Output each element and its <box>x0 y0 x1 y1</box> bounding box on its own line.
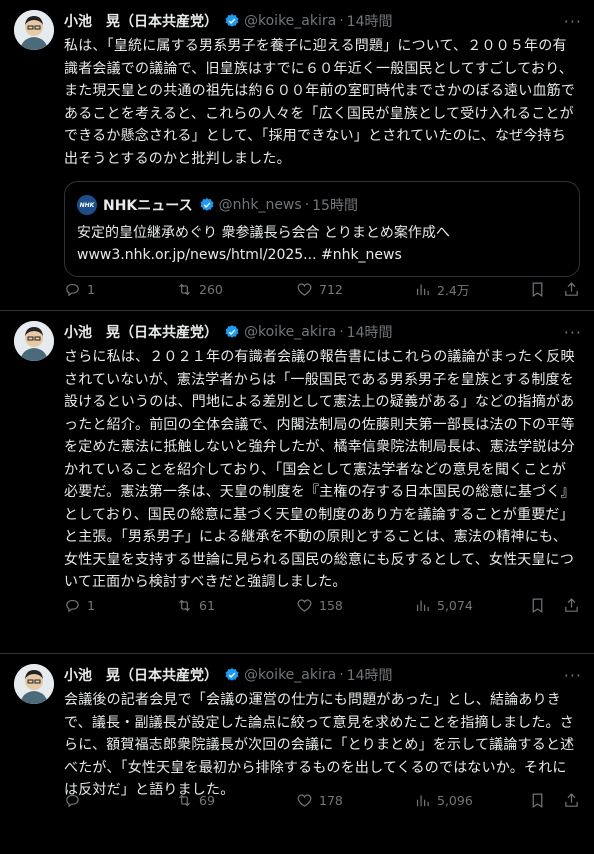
reply-count: 1 <box>87 282 95 297</box>
views-button[interactable]: 5,096 <box>414 792 524 809</box>
quoted-tweet-text: 安定的皇位継承めぐり 衆参議長ら会合 とりまとめ案作成へ www3.nhk.or… <box>77 225 450 263</box>
timestamp[interactable]: 14時間 <box>347 665 393 685</box>
bookmark-button[interactable] <box>529 597 546 614</box>
share-button[interactable] <box>563 792 580 809</box>
avatar[interactable] <box>14 321 54 361</box>
retweet-count: 260 <box>199 282 223 297</box>
like-button[interactable]: 712 <box>296 281 414 298</box>
like-icon <box>297 599 312 612</box>
more-icon[interactable]: ··· <box>564 323 582 342</box>
author-handle[interactable]: @koike_akira <box>244 667 336 683</box>
retweet-count: 69 <box>199 793 215 808</box>
verified-badge-icon <box>225 14 239 27</box>
view-count: 5,074 <box>437 598 473 613</box>
reply-icon <box>66 794 79 808</box>
separator-dot: · <box>339 324 344 340</box>
author-handle[interactable]: @koike_akira <box>244 13 336 29</box>
views-button[interactable]: 2.4万 <box>414 280 524 299</box>
author-name[interactable]: 小池 晃（日本共産党） <box>64 665 218 685</box>
avatar[interactable] <box>14 10 54 50</box>
reply-count: 1 <box>87 598 95 613</box>
avatar-portrait-icon <box>14 321 54 361</box>
views-icon <box>416 600 429 612</box>
retweet-count: 61 <box>199 598 215 613</box>
avatar[interactable] <box>14 664 54 704</box>
share-button[interactable] <box>563 281 580 298</box>
like-count: 158 <box>319 598 343 613</box>
timestamp[interactable]: 14時間 <box>347 11 393 31</box>
avatar-portrait-icon <box>14 664 54 704</box>
action-bar: 1 61 158 5,074 <box>64 597 580 614</box>
tweet[interactable]: 小池 晃（日本共産党） @koike_akira · 14時間 ··· 私は、「… <box>0 0 594 311</box>
action-bar: 1 260 712 2.4万 <box>64 280 580 299</box>
action-bar: 69 178 5,096 <box>64 792 580 809</box>
author-name[interactable]: 小池 晃（日本共産党） <box>64 322 218 342</box>
share-button[interactable] <box>563 597 580 614</box>
like-icon <box>297 794 312 807</box>
tweet-header: 小池 晃（日本共産党） @koike_akira · 14時間 <box>64 10 580 32</box>
quoted-timestamp[interactable]: 15時間 <box>312 195 358 215</box>
reply-button[interactable]: 1 <box>64 281 176 298</box>
tweet[interactable]: 小池 晃（日本共産党） @koike_akira · 14時間 ··· 会議後の… <box>0 654 594 854</box>
bookmark-icon <box>532 598 543 614</box>
retweet-button[interactable]: 260 <box>176 281 296 298</box>
like-count: 712 <box>319 282 343 297</box>
tweet-text: 私は、「皇統に属する男系男子を養子に迎える問題」について、２００５年の有識者会議… <box>64 38 576 167</box>
like-button[interactable]: 158 <box>296 597 414 614</box>
tweet-text: 会議後の記者会見で「会議の運営の仕方にも問題があった」とし、結論ありきで、議長・… <box>64 692 575 798</box>
author-name[interactable]: 小池 晃（日本共産党） <box>64 11 218 31</box>
tweet-header: 小池 晃（日本共産党） @koike_akira · 14時間 <box>64 664 580 686</box>
retweet-button[interactable]: 61 <box>176 597 296 614</box>
timestamp[interactable]: 14時間 <box>347 322 393 342</box>
quoted-tweet[interactable]: NHK NHKニュース @nhk_news · 15時間 安定的皇位継承めぐり … <box>64 181 580 277</box>
like-icon <box>297 283 312 296</box>
reply-button[interactable]: 1 <box>64 597 176 614</box>
verified-badge-icon <box>225 668 239 681</box>
verified-badge-icon <box>200 198 214 211</box>
bookmark-button[interactable] <box>529 792 546 809</box>
tweet-text: さらに私は、２０２１年の有識者会議の報告書にはこれらの議論がまったく反映されてい… <box>64 349 575 590</box>
views-button[interactable]: 5,074 <box>414 597 524 614</box>
view-count: 2.4万 <box>437 283 470 298</box>
author-handle[interactable]: @koike_akira <box>244 324 336 340</box>
retweet-button[interactable]: 69 <box>176 792 296 809</box>
separator-dot: · <box>304 197 310 213</box>
view-count: 5,096 <box>437 793 473 808</box>
like-button[interactable]: 178 <box>296 792 414 809</box>
reply-icon <box>66 283 79 297</box>
reply-icon <box>66 599 79 613</box>
retweet-icon <box>179 794 190 807</box>
more-icon[interactable]: ··· <box>564 12 582 31</box>
bookmark-icon <box>532 282 543 298</box>
tweet[interactable]: 小池 晃（日本共産党） @koike_akira · 14時間 ··· さらに私… <box>0 311 594 654</box>
retweet-icon <box>179 283 190 296</box>
verified-badge-icon <box>225 325 239 338</box>
more-icon[interactable]: ··· <box>564 666 582 685</box>
like-count: 178 <box>319 793 343 808</box>
quoted-tweet-header: NHK NHKニュース @nhk_news · 15時間 <box>77 194 567 216</box>
bookmark-icon <box>532 793 543 809</box>
share-icon <box>565 282 578 296</box>
retweet-icon <box>179 599 190 612</box>
separator-dot: · <box>339 13 344 29</box>
avatar-portrait-icon <box>14 10 54 50</box>
nhk-logo-icon: NHK <box>77 195 97 215</box>
views-icon <box>416 795 429 807</box>
reply-button[interactable] <box>64 792 176 809</box>
quoted-author-name[interactable]: NHKニュース <box>103 195 193 215</box>
bookmark-button[interactable] <box>529 281 546 298</box>
separator-dot: · <box>339 667 344 683</box>
views-icon <box>416 284 429 296</box>
tweet-header: 小池 晃（日本共産党） @koike_akira · 14時間 <box>64 321 580 343</box>
quoted-author-handle[interactable]: @nhk_news <box>219 197 302 213</box>
share-icon <box>565 598 578 612</box>
share-icon <box>565 793 578 807</box>
